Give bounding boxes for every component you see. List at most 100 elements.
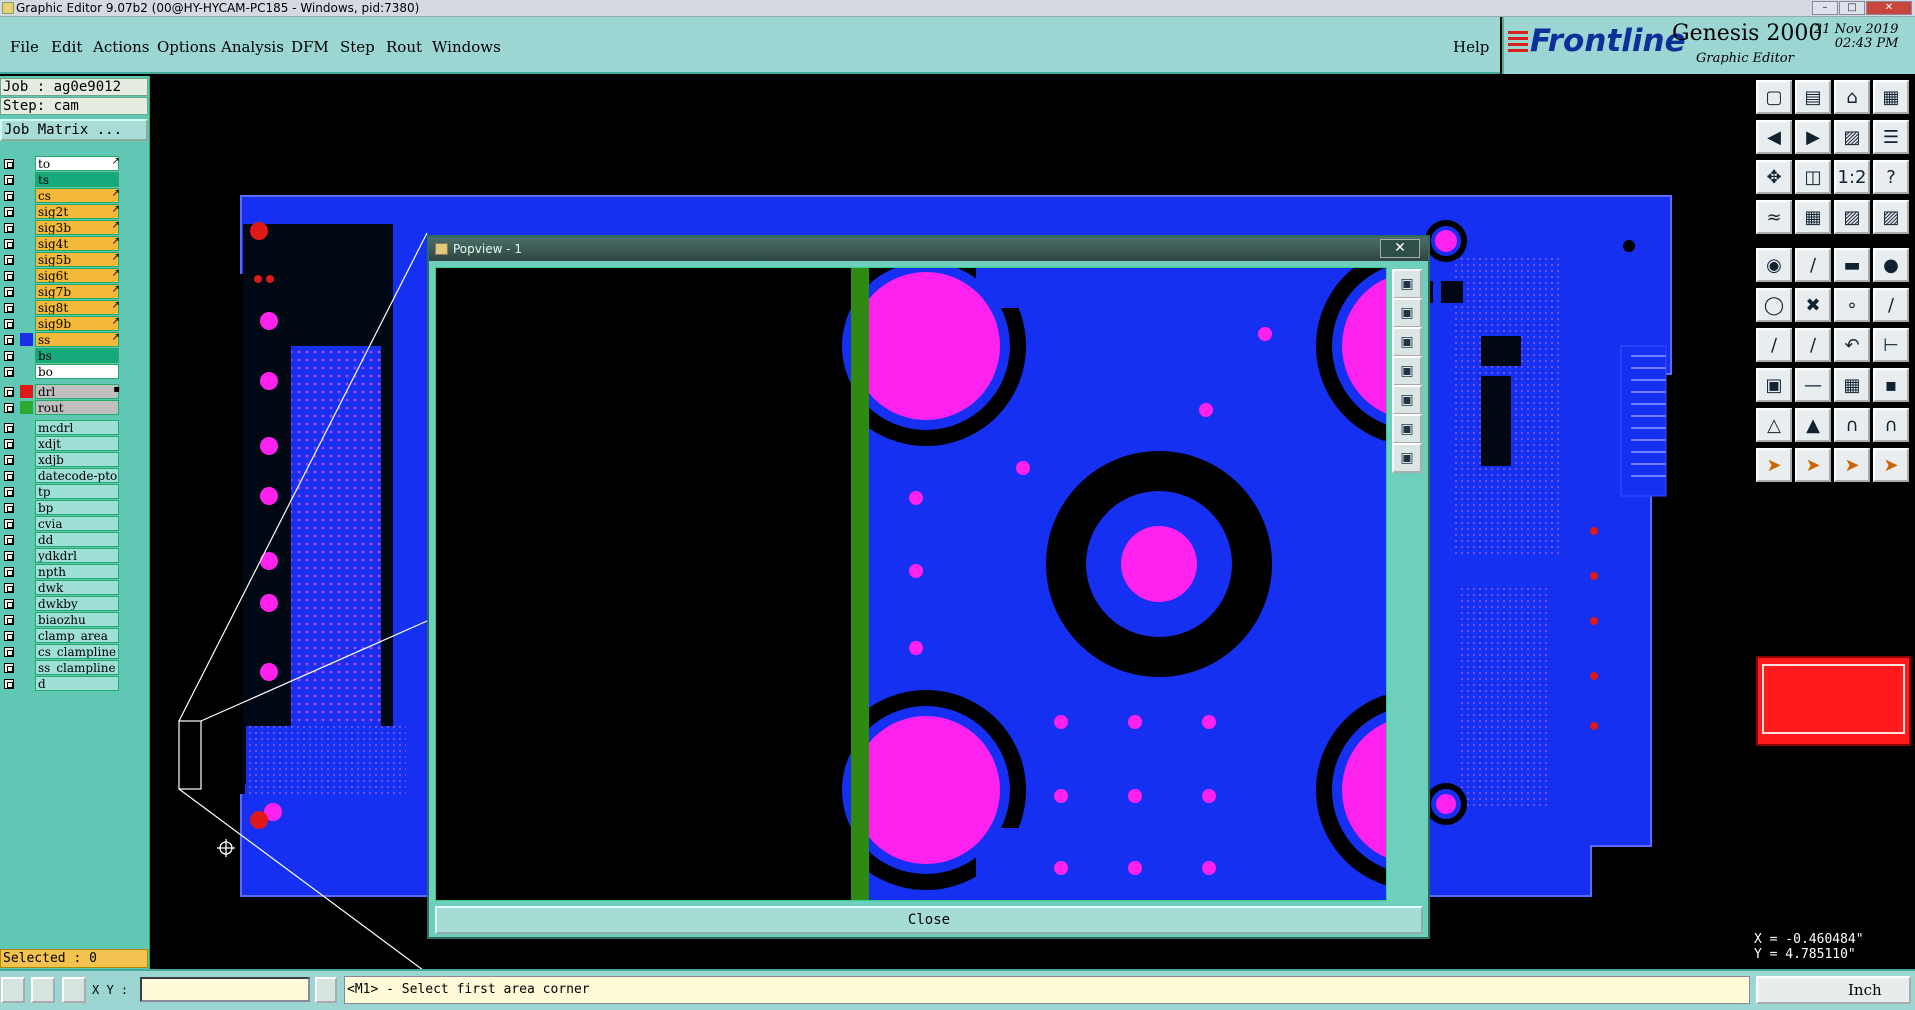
pointer-select-icon[interactable]: ➤	[1834, 448, 1870, 482]
layer-name[interactable]: dwk	[35, 580, 119, 595]
layer-checkbox[interactable]	[4, 631, 14, 641]
layer-row-sig2t[interactable]: sig2t ↗	[0, 204, 122, 220]
layer-checkbox[interactable]	[4, 439, 14, 449]
pointer-icon[interactable]: ➤	[1756, 448, 1792, 482]
layer-name[interactable]: clamp_area	[35, 628, 119, 643]
layer-name[interactable]: cvia	[35, 516, 119, 531]
close-window-button[interactable]: ✕	[1866, 1, 1912, 15]
layer-name[interactable]: datecode-pto	[35, 468, 119, 483]
measure-red-icon[interactable]: ▨	[1834, 200, 1870, 234]
layer-name[interactable]: ts	[35, 172, 119, 187]
layer-checkbox[interactable]	[4, 351, 14, 361]
filter-icon[interactable]: ≈	[1756, 200, 1792, 234]
fit-icon[interactable]: ✥	[1756, 160, 1792, 194]
layer-name[interactable]: bs	[35, 348, 119, 363]
layer-row-xdjt[interactable]: xdjt	[0, 436, 122, 452]
layer-name[interactable]: sig6t	[35, 268, 119, 283]
layer-checkbox[interactable]	[4, 519, 14, 529]
layer-row-ss[interactable]: ss ↗	[0, 332, 122, 348]
move-left-icon[interactable]: ◀	[1756, 120, 1792, 154]
layer-checkbox[interactable]	[4, 387, 14, 397]
link-icon[interactable]: ∕	[1873, 288, 1909, 322]
layer-checkbox[interactable]	[4, 403, 14, 413]
layer-name[interactable]: rout	[35, 400, 119, 415]
menu-file[interactable]: File	[10, 38, 39, 56]
layer-name[interactable]: npth	[35, 564, 119, 579]
layer-checkbox[interactable]	[4, 551, 14, 561]
layer-checkbox[interactable]	[4, 255, 14, 265]
layer-row-mcdrl[interactable]: mcdrl	[0, 420, 122, 436]
scale-icon[interactable]: 1:2	[1834, 160, 1870, 194]
route-icon[interactable]: ⊢	[1873, 328, 1909, 362]
layer-name[interactable]: tp	[35, 484, 119, 499]
layer-checkbox[interactable]	[4, 599, 14, 609]
layer-row-cs[interactable]: cs ↗	[0, 188, 122, 204]
cross-icon[interactable]: ✖	[1795, 288, 1831, 322]
arc-icon[interactable]: ↶	[1834, 328, 1870, 362]
pv-zoom-icon[interactable]: ▣	[1392, 269, 1422, 299]
grid-icon[interactable]	[62, 977, 86, 1003]
pv-right-icon[interactable]: ▣	[1392, 385, 1422, 415]
ruler-icon[interactable]: ▬	[1834, 248, 1870, 282]
maximize-button[interactable]: □	[1839, 1, 1865, 15]
home-icon[interactable]: ⌂	[1834, 80, 1870, 114]
layer-checkbox[interactable]	[4, 191, 14, 201]
layer-checkbox[interactable]	[4, 455, 14, 465]
layer-row-ss_clampline[interactable]: ss_clampline	[0, 660, 122, 676]
layer-checkbox[interactable]	[4, 615, 14, 625]
layer-checkbox[interactable]	[4, 535, 14, 545]
layer-row-bo[interactable]: bo	[0, 364, 122, 380]
layer-row-d[interactable]: d	[0, 676, 122, 692]
step-icon[interactable]: ▦	[1834, 368, 1870, 402]
pointer-multi-icon[interactable]: ➤	[1873, 448, 1909, 482]
layer-row-clamp_area[interactable]: clamp_area	[0, 628, 122, 644]
menu-rout[interactable]: Rout	[386, 38, 422, 56]
layer-row-sig9b[interactable]: sig9b ↗	[0, 316, 122, 332]
layer-row-cs_clampline[interactable]: cs_clampline	[0, 644, 122, 660]
pv-left-icon[interactable]: ▣	[1392, 356, 1422, 386]
arch-icon[interactable]: ∩	[1834, 408, 1870, 442]
minimize-button[interactable]: –	[1812, 1, 1838, 15]
snap-pad-icon[interactable]: ▣	[1756, 368, 1792, 402]
layer-name[interactable]: biaozhu	[35, 612, 119, 627]
layer-name[interactable]: sig9b	[35, 316, 119, 331]
menu-windows[interactable]: Windows	[432, 38, 501, 56]
layer-checkbox[interactable]	[4, 567, 14, 577]
layer-name[interactable]: d	[35, 676, 119, 691]
layer-name[interactable]: cs	[35, 188, 119, 203]
layer-name[interactable]: bp	[35, 500, 119, 515]
node-icon[interactable]: ∘	[1834, 288, 1870, 322]
xy-input[interactable]	[140, 977, 310, 1002]
pv-fit-icon[interactable]: ▣	[1392, 414, 1422, 444]
layer-name[interactable]: xdjt	[35, 436, 119, 451]
pointer-red-icon[interactable]: ➤	[1795, 448, 1831, 482]
layer-row-ydkdrl[interactable]: ydkdrl	[0, 548, 122, 564]
layer-row-rout[interactable]: rout	[0, 400, 122, 416]
mirror-icon[interactable]: ▨	[1834, 120, 1870, 154]
layer-checkbox[interactable]	[4, 175, 14, 185]
pv-center-icon[interactable]: ▣	[1392, 443, 1422, 473]
layer-checkbox[interactable]	[4, 223, 14, 233]
layer-name[interactable]: cs_clampline	[35, 644, 119, 659]
pad-icon[interactable]: ◉	[1756, 248, 1792, 282]
zoom-fit-icon[interactable]: ◫	[1795, 160, 1831, 194]
layer-checkbox[interactable]	[4, 303, 14, 313]
overview-map[interactable]	[1756, 656, 1911, 746]
net-icon[interactable]: ◯	[1756, 288, 1792, 322]
layer-name[interactable]: dwkby	[35, 596, 119, 611]
layer-checkbox[interactable]	[4, 663, 14, 673]
layer-name[interactable]: xdjb	[35, 452, 119, 467]
draw-line-icon[interactable]: ∕	[1756, 328, 1792, 362]
layer-name[interactable]: sig2t	[35, 204, 119, 219]
layer-checkbox[interactable]	[4, 583, 14, 593]
layer-row-ts[interactable]: ts	[0, 172, 122, 188]
menu-help[interactable]: Help	[1453, 38, 1489, 56]
popview-close-button[interactable]: Close	[435, 906, 1423, 934]
units-selector[interactable]: Inch	[1756, 976, 1911, 1004]
info-icon[interactable]	[315, 977, 337, 1003]
menu-step[interactable]: Step	[340, 38, 375, 56]
layer-row-sig3b[interactable]: sig3b ↗	[0, 220, 122, 236]
menu-dfm[interactable]: DFM	[291, 38, 329, 56]
layer-checkbox[interactable]	[4, 207, 14, 217]
menu-options[interactable]: Options	[157, 38, 216, 56]
